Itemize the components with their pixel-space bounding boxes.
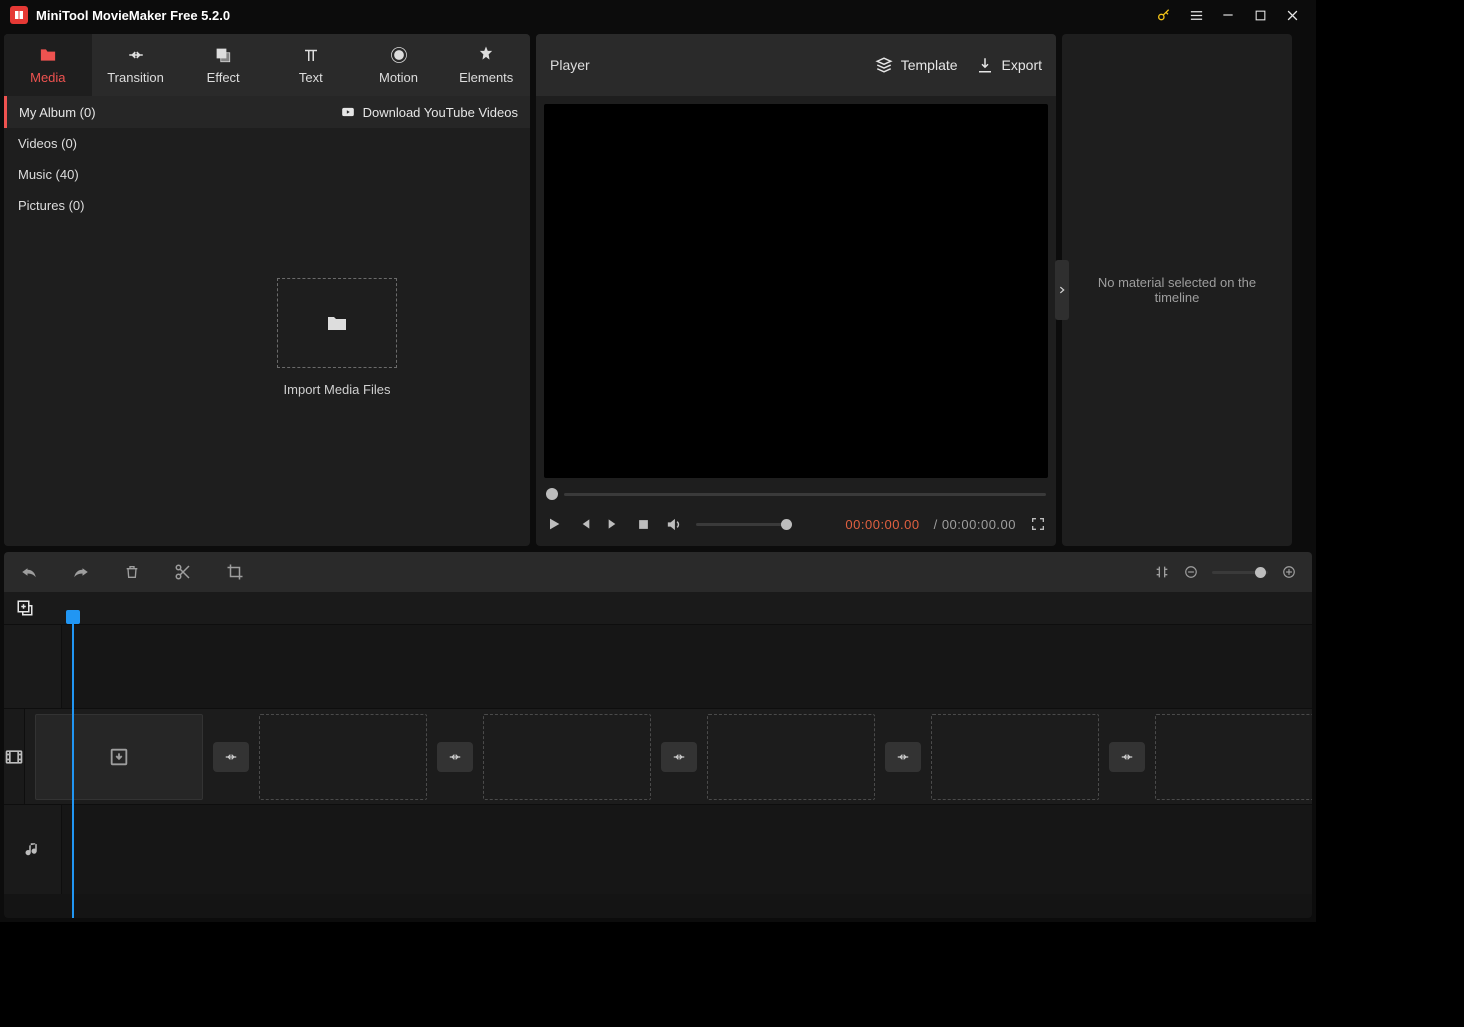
panel-collapse-handle[interactable] — [1055, 260, 1069, 320]
tab-label: Media — [30, 70, 65, 85]
fullscreen-button[interactable] — [1030, 516, 1046, 532]
volume-slider[interactable] — [696, 523, 792, 526]
media-panel: Media Transition Effect Text Motion — [4, 34, 530, 546]
maximize-button[interactable] — [1244, 0, 1276, 30]
clip-slot[interactable] — [35, 714, 203, 800]
undo-button[interactable] — [20, 563, 38, 581]
window-title: MiniTool MovieMaker Free 5.2.0 — [36, 8, 230, 23]
audio-track-icon — [4, 805, 62, 894]
clip-slot[interactable] — [707, 714, 875, 800]
prev-frame-button[interactable] — [576, 516, 592, 532]
transition-slot[interactable] — [885, 742, 921, 772]
volume-button[interactable] — [665, 516, 682, 533]
clip-slot[interactable] — [483, 714, 651, 800]
album-bar: My Album (0) Download YouTube Videos — [4, 96, 530, 128]
redo-button[interactable] — [72, 563, 90, 581]
tab-label: Transition — [107, 70, 164, 85]
player-panel: Player Template Export — [536, 34, 1056, 546]
tab-label: Motion — [379, 70, 418, 85]
category-pictures[interactable]: Pictures (0) — [4, 190, 144, 221]
overlay-track-label — [4, 625, 62, 708]
transition-slot[interactable] — [1109, 742, 1145, 772]
download-youtube-button[interactable]: Download YouTube Videos — [339, 105, 518, 120]
zoom-in-button[interactable] — [1282, 565, 1296, 579]
tab-label: Text — [299, 70, 323, 85]
tab-media[interactable]: Media — [4, 34, 92, 96]
template-button[interactable]: Template — [875, 56, 958, 74]
split-button[interactable] — [174, 563, 192, 581]
scrub-handle[interactable] — [546, 488, 558, 500]
minimize-button[interactable] — [1212, 0, 1244, 30]
volume-knob[interactable] — [781, 519, 792, 530]
timeline-overlay-track — [4, 624, 1312, 708]
overlay-track-content[interactable] — [62, 625, 1312, 708]
download-label: Download YouTube Videos — [363, 105, 518, 120]
clip-slot[interactable] — [931, 714, 1099, 800]
clip-slot[interactable] — [1155, 714, 1312, 800]
clip-slot[interactable] — [259, 714, 427, 800]
video-track-icon — [4, 709, 25, 804]
play-button[interactable] — [546, 516, 562, 532]
transition-slot[interactable] — [213, 742, 249, 772]
import-label: Import Media Files — [277, 382, 397, 397]
album-title: My Album (0) — [19, 105, 96, 120]
zoom-slider[interactable] — [1212, 571, 1268, 574]
main-tabs: Media Transition Effect Text Motion — [4, 34, 530, 96]
video-track-content[interactable] — [25, 709, 1312, 804]
timeline-toolbar — [4, 552, 1312, 592]
export-button[interactable]: Export — [976, 56, 1042, 74]
tab-effect[interactable]: Effect — [179, 34, 267, 96]
template-label: Template — [901, 57, 958, 73]
crop-button[interactable] — [226, 563, 244, 581]
media-category-list: Videos (0) Music (40) Pictures (0) — [4, 128, 144, 546]
app-logo — [10, 6, 28, 24]
menu-button[interactable] — [1180, 0, 1212, 30]
audio-track-content[interactable] — [62, 805, 1312, 894]
fit-button[interactable] — [1154, 564, 1170, 580]
tab-text[interactable]: Text — [267, 34, 355, 96]
properties-panel: No material selected on the timeline — [1062, 34, 1292, 546]
tab-label: Elements — [459, 70, 513, 85]
timecode-current: 00:00:00.00 — [845, 517, 919, 532]
timeline-ruler[interactable] — [4, 592, 1312, 624]
stop-button[interactable] — [636, 517, 651, 532]
import-drop-area[interactable]: Import Media Files — [144, 128, 530, 546]
add-track-button[interactable] — [16, 599, 34, 617]
license-key-button[interactable] — [1148, 0, 1180, 30]
tab-transition[interactable]: Transition — [92, 34, 180, 96]
timeline-video-track — [4, 708, 1312, 804]
tab-motion[interactable]: Motion — [355, 34, 443, 96]
import-icon-box — [277, 278, 397, 368]
category-music[interactable]: Music (40) — [4, 159, 144, 190]
category-videos[interactable]: Videos (0) — [4, 128, 144, 159]
timecode-total: / 00:00:00.00 — [934, 517, 1016, 532]
video-preview[interactable] — [544, 104, 1048, 478]
timeline — [4, 592, 1312, 918]
timeline-audio-track — [4, 804, 1312, 894]
playhead[interactable] — [72, 612, 74, 918]
tab-label: Effect — [207, 70, 240, 85]
tab-elements[interactable]: Elements — [442, 34, 530, 96]
transition-slot[interactable] — [661, 742, 697, 772]
delete-button[interactable] — [124, 563, 140, 581]
scrub-track[interactable] — [564, 493, 1046, 496]
zoom-knob[interactable] — [1255, 567, 1266, 578]
player-title: Player — [550, 57, 590, 73]
close-button[interactable] — [1276, 0, 1308, 30]
properties-empty-msg: No material selected on the timeline — [1074, 275, 1280, 305]
titlebar: MiniTool MovieMaker Free 5.2.0 — [0, 0, 1316, 30]
next-frame-button[interactable] — [606, 516, 622, 532]
zoom-out-button[interactable] — [1184, 565, 1198, 579]
scrub-bar[interactable] — [536, 486, 1056, 502]
export-label: Export — [1002, 57, 1042, 73]
transition-slot[interactable] — [437, 742, 473, 772]
